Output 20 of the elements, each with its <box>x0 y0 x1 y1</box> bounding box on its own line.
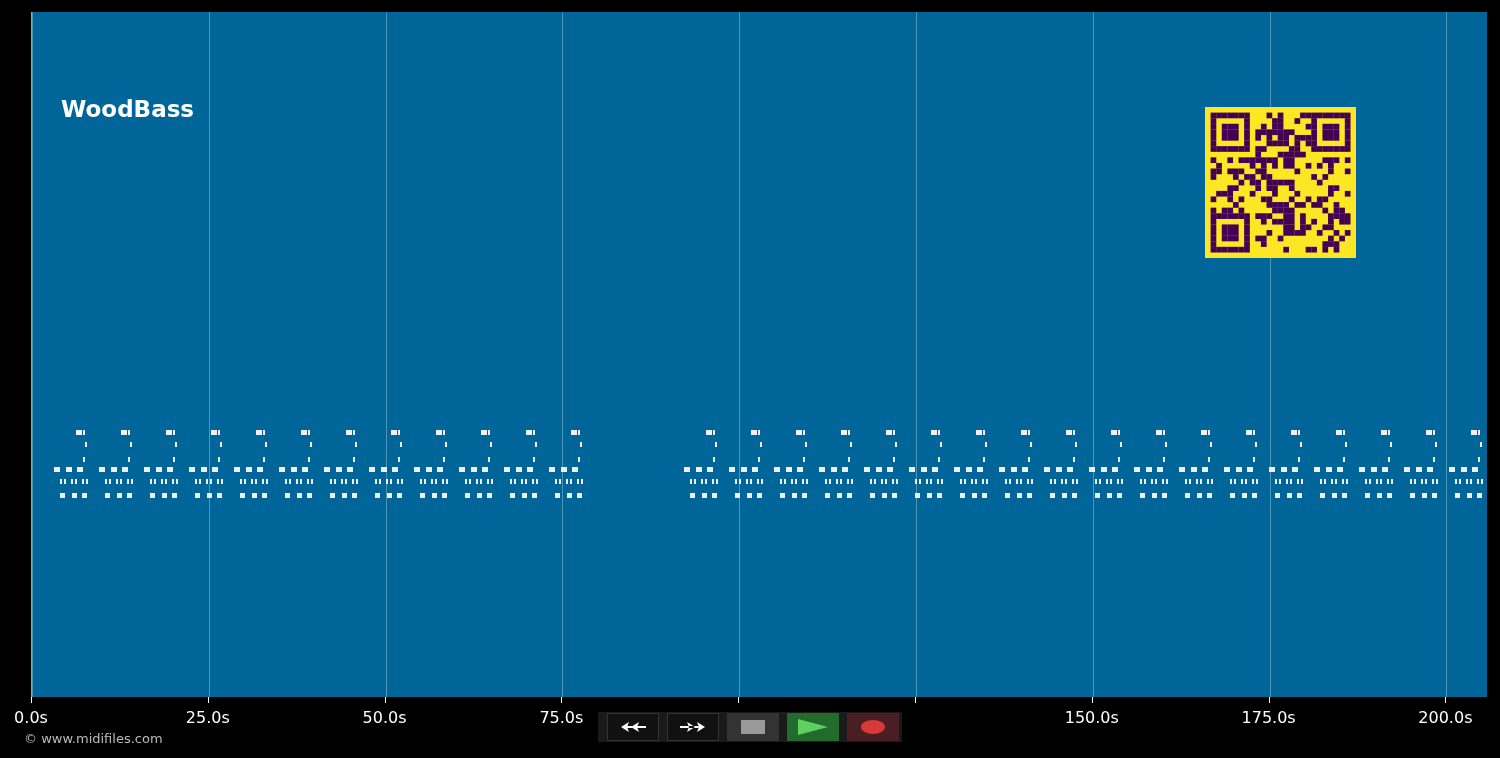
play-icon <box>798 719 828 735</box>
fast-forward-button[interactable] <box>667 713 719 741</box>
axis-label: 200.0s <box>1418 707 1473 729</box>
rewind-icon <box>619 720 647 734</box>
stop-button[interactable] <box>727 713 779 741</box>
axis-label: 150.0s <box>1064 707 1119 729</box>
axis-label: 25.0s <box>185 707 230 729</box>
rewind-button[interactable] <box>607 713 659 741</box>
track-title: WoodBass <box>61 95 195 124</box>
axis-label: 75.0s <box>539 707 584 729</box>
axis-label: 50.0s <box>362 707 407 729</box>
copyright-text: © www.midifiles.com <box>24 730 163 748</box>
fast-forward-icon <box>679 720 707 734</box>
axis-label: 175.0s <box>1241 707 1296 729</box>
record-button[interactable] <box>847 713 899 741</box>
stop-icon <box>741 720 765 734</box>
play-button[interactable] <box>787 713 839 741</box>
axis-label: 0.0s <box>14 707 48 729</box>
record-icon <box>861 720 885 734</box>
qr-code-icon <box>1205 107 1356 258</box>
